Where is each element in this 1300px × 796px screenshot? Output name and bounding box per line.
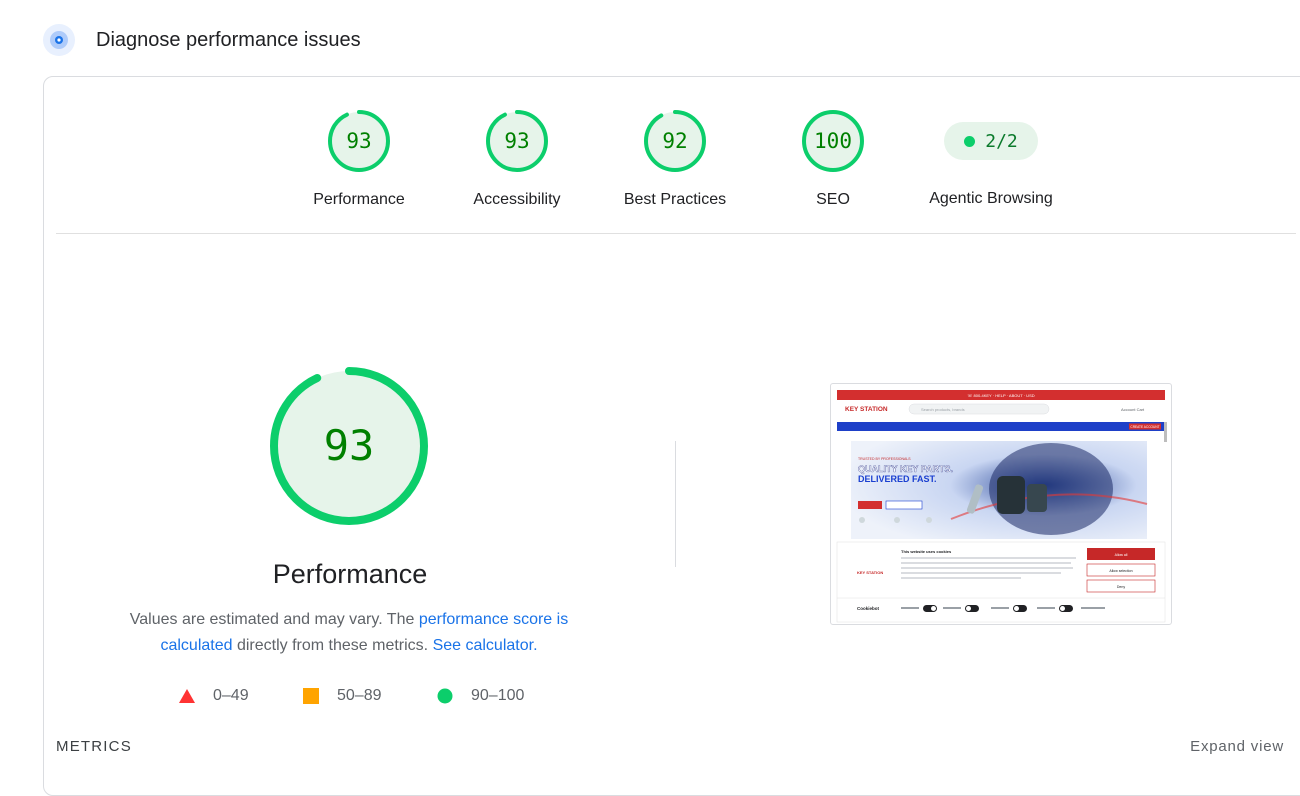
screenshot-nav-right: Account Cart — [1121, 407, 1145, 412]
gauge-accessibility[interactable]: 93 Accessibility — [447, 108, 587, 210]
gauge-performance-ring: 93 — [328, 110, 390, 172]
agentic-score-badge: 2/2 — [944, 122, 1038, 160]
gauge-score: 100 — [814, 129, 852, 153]
gauge-seo-ring: 100 — [802, 110, 864, 172]
pass-dot-icon — [964, 135, 976, 147]
category-gauges: 93 Performance 93 Accessibility 92 Best … — [0, 0, 1300, 234]
desc-text: Values are estimated and may vary. The — [129, 611, 419, 628]
performance-description: Values are estimated and may vary. The p… — [100, 607, 598, 659]
performance-big-gauge: 93 — [270, 367, 428, 525]
vertical-divider — [675, 441, 676, 567]
screenshot-hero-line2: DELIVERED FAST. — [858, 474, 937, 484]
gauge-performance[interactable]: 93 Performance — [289, 108, 429, 210]
gauge-label: Accessibility — [473, 191, 561, 208]
gauge-label: Performance — [313, 191, 405, 208]
screenshot-search: Search products, brands — [921, 407, 965, 412]
screenshot-hero-line1: QUALITY KEY PARTS. — [858, 464, 953, 474]
gauge-score: 92 — [662, 129, 687, 153]
see-calculator-link[interactable]: See calculator. — [433, 637, 538, 654]
gauge-score: 93 — [346, 129, 371, 153]
final-screenshot[interactable]: ☏ 800-4KEY · HELP · ABOUT · USD KEY STAT… — [830, 383, 1172, 625]
metrics-heading: METRICS — [56, 738, 132, 755]
average-square-icon — [303, 688, 319, 704]
page-screenshot-image: ☏ 800-4KEY · HELP · ABOUT · USD KEY STAT… — [836, 390, 1167, 623]
screenshot-cookie-brand: Cookiebot — [857, 606, 880, 611]
screenshot-cookie-title: This website uses cookies — [901, 549, 952, 554]
performance-big-score: 93 — [324, 421, 375, 470]
legend-fail: 0–49 — [179, 686, 249, 706]
screenshot-logo: KEY STATION — [845, 406, 888, 413]
gauge-best-practices-ring: 92 — [644, 110, 706, 172]
legend-average: 50–89 — [303, 686, 382, 706]
divider — [56, 233, 1296, 234]
gauge-label: Agentic Browsing — [929, 190, 1053, 207]
agentic-score: 2/2 — [985, 130, 1018, 152]
gauge-agentic-browsing[interactable]: 2/2 Agentic Browsing — [911, 108, 1071, 209]
screenshot-topbar: ☏ 800-4KEY · HELP · ABOUT · USD — [967, 393, 1034, 398]
screenshot-allow-selection: Allow selection — [1109, 569, 1132, 573]
pass-circle-icon — [437, 688, 453, 704]
screenshot-hero-kicker: TRUSTED BY PROFESSIONALS — [858, 457, 911, 461]
legend-range: 90–100 — [471, 687, 525, 704]
gauge-best-practices[interactable]: 92 Best Practices — [605, 108, 745, 210]
gauge-seo[interactable]: 100 SEO — [763, 108, 903, 210]
legend-range: 50–89 — [337, 687, 382, 704]
screenshot-allow-all: Allow all — [1115, 553, 1128, 557]
svg-text:KEY STATION: KEY STATION — [857, 570, 883, 575]
performance-title: Performance — [272, 559, 428, 589]
gauge-score: 93 — [504, 129, 529, 153]
screenshot-deny: Deny — [1117, 585, 1125, 589]
gauge-label: Best Practices — [623, 191, 727, 208]
legend-range: 0–49 — [213, 687, 249, 704]
screenshot-nav-cta: CREATE ACCOUNT — [1130, 425, 1159, 429]
gauge-accessibility-ring: 93 — [486, 110, 548, 172]
gauge-label: SEO — [816, 191, 850, 208]
legend-pass: 90–100 — [437, 686, 524, 706]
expand-view-toggle[interactable]: Expand view — [1190, 738, 1284, 755]
desc-text: directly from these metrics. — [232, 637, 433, 654]
fail-triangle-icon — [179, 689, 195, 703]
